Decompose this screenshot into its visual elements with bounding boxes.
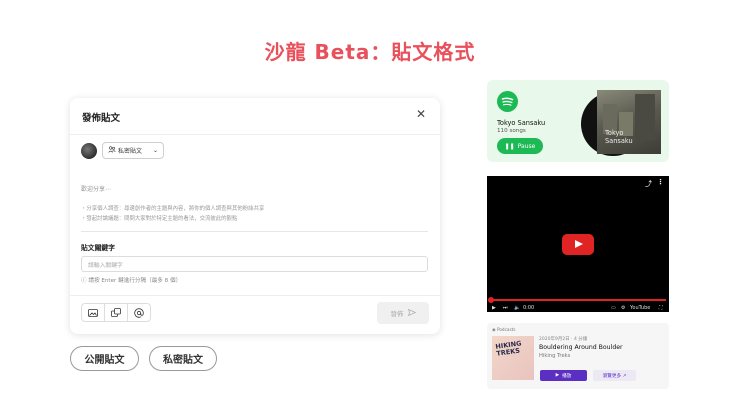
spotify-icon	[497, 91, 518, 112]
guideline-item: ・分享個人調查：尋邊創作者的主題與內容，將你的個人調查與其他粉絲共享	[81, 206, 265, 212]
private-post-button[interactable]: 私密貼文	[149, 346, 217, 371]
people-icon	[108, 146, 116, 155]
play-button[interactable]	[562, 234, 594, 255]
podcast-tag: ◉ Podcasts	[492, 327, 516, 332]
publish-button[interactable]: 發佈	[377, 302, 429, 324]
play-icon[interactable]: ▶	[492, 305, 496, 311]
captions-icon[interactable]: ▭	[611, 305, 616, 311]
gallery-icon[interactable]	[105, 304, 128, 321]
public-post-button[interactable]: 公開貼文	[70, 346, 139, 371]
close-icon[interactable]: ✕	[416, 107, 426, 121]
mention-icon[interactable]	[128, 304, 150, 321]
youtube-logo[interactable]: YouTube	[630, 305, 650, 311]
fullscreen-icon[interactable]: ⛶	[659, 305, 663, 311]
play-icon: ▶	[555, 373, 560, 378]
album-cover-title: Tokyo Sansaku	[605, 129, 633, 146]
podcast-play-label: 播放	[562, 373, 572, 379]
album-cover: Tokyo Sansaku	[597, 90, 661, 154]
browse-more-button[interactable]: 瀏覽更多 ↗	[593, 370, 636, 381]
post-dialog: 發佈貼文 ✕ 私密貼文 ⌄ 歡迎分享⋯ ・分享個人調查：尋邊創作者的主題與內容，…	[70, 98, 440, 334]
keyword-placeholder: 請輸入關鍵字	[88, 262, 123, 269]
privacy-label: 私密貼文	[118, 148, 143, 155]
scrubber-handle[interactable]	[488, 297, 494, 303]
podcast-cover-text: HIKING TREKS	[494, 339, 522, 359]
privacy-select[interactable]: 私密貼文 ⌄	[102, 142, 164, 159]
podcast-play-button[interactable]: ▶ 播放	[540, 370, 587, 381]
song-count: 110 songs	[497, 128, 526, 134]
volume-icon[interactable]: 🔈	[514, 305, 520, 311]
more-icon[interactable]: ⋮	[657, 178, 664, 186]
divider	[70, 295, 440, 296]
post-body-placeholder[interactable]: 歡迎分享⋯	[81, 184, 111, 193]
show-name: Hiking Treks	[539, 353, 571, 359]
guideline-item: ・發起討論議題：問問大家對於特定主題的看法，交流彼此的觀點	[81, 216, 238, 222]
keyword-input[interactable]: 請輸入關鍵字	[81, 256, 428, 272]
episode-date: 2020年9月2日 · 4 分鐘	[539, 337, 588, 342]
progress-bar[interactable]	[490, 299, 666, 301]
send-icon	[407, 308, 416, 318]
pause-label: Pause	[517, 142, 536, 150]
keyword-label: 貼文關鍵字	[81, 244, 115, 252]
podcast-cover: HIKING TREKS	[492, 336, 534, 380]
share-icon[interactable]: ⤴	[645, 179, 652, 189]
publish-label: 發佈	[390, 310, 404, 318]
pause-button[interactable]: ❚❚ Pause	[497, 138, 543, 154]
avatar	[81, 143, 97, 159]
playlist-title: Tokyo Sansaku	[497, 119, 546, 127]
episode-title: Bouldering Around Boulder	[539, 344, 623, 351]
page-title: 沙龍 Beta：貼文格式	[264, 40, 476, 64]
settings-icon[interactable]: ⚙	[621, 305, 625, 311]
next-icon[interactable]: ⏭	[503, 305, 508, 311]
attachment-toolbar	[81, 303, 151, 322]
youtube-embed: ⤴ ⋮ ▶ ⏭ 🔈 0:00 ▭ ⚙ YouTube ⛶	[487, 176, 669, 312]
image-icon[interactable]	[82, 304, 105, 321]
keyword-hint: ⓘ 請按 Enter 鍵進行分隔（最多 8 個）	[81, 278, 182, 284]
divider	[70, 134, 440, 135]
chevron-down-icon: ⌄	[152, 147, 158, 154]
video-time: 0:00	[523, 305, 535, 311]
dialog-title: 發佈貼文	[82, 113, 121, 124]
divider	[81, 231, 428, 232]
podcast-embed: ◉ Podcasts HIKING TREKS 2020年9月2日 · 4 分鐘…	[487, 323, 669, 389]
pause-icon: ❚❚	[504, 142, 515, 150]
